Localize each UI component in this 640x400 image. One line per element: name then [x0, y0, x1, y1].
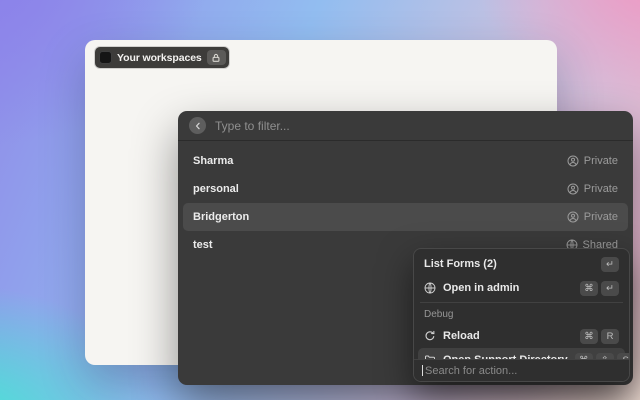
shortcut-keys: ⌘ R	[580, 329, 619, 344]
chevron-left-icon	[193, 121, 203, 131]
workspace-avatar-icon	[99, 51, 112, 64]
workspace-name: personal	[193, 183, 239, 195]
workspace-row-personal[interactable]: personal Private	[183, 175, 628, 203]
workspace-name: Sharma	[193, 155, 233, 167]
workspace-name: test	[193, 239, 213, 251]
back-button[interactable]	[189, 117, 206, 134]
palette-header: Type to filter...	[178, 111, 633, 141]
visibility-badge: Private	[567, 211, 618, 223]
menu-divider	[420, 302, 623, 303]
r-key-badge: R	[601, 329, 619, 344]
reload-icon	[424, 330, 436, 342]
menu-item-list-forms[interactable]: List Forms (2) ↵	[418, 252, 625, 276]
lock-icon[interactable]	[207, 50, 226, 65]
shortcut-keys: ⌘ ↵	[580, 281, 619, 296]
command-key-badge: ⌘	[580, 329, 598, 344]
visibility-label: Private	[584, 155, 618, 167]
workspace-row-sharma[interactable]: Sharma Private	[183, 147, 628, 175]
actions-menu-list: List Forms (2) ↵ Open in admin ⌘ ↵	[414, 249, 629, 375]
workspace-list: Sharma Private personal Private	[178, 141, 633, 265]
menu-item-label: Reload	[443, 330, 573, 342]
app-window: Your workspaces Type to filter... Sharma	[85, 40, 557, 365]
desktop-background: Your workspaces Type to filter... Sharma	[0, 0, 640, 400]
workspace-name: Bridgerton	[193, 211, 249, 223]
text-caret	[422, 365, 423, 376]
menu-item-open-in-admin[interactable]: Open in admin ⌘ ↵	[418, 276, 625, 300]
menu-item-reload[interactable]: Reload ⌘ R	[418, 324, 625, 348]
menu-item-label: Open in admin	[443, 282, 573, 294]
return-key-badge: ↵	[601, 281, 619, 296]
debug-section-label: Debug	[418, 305, 625, 324]
action-search-placeholder: Search for action...	[425, 365, 517, 377]
actions-menu: List Forms (2) ↵ Open in admin ⌘ ↵	[413, 248, 630, 382]
workspaces-pill[interactable]: Your workspaces	[95, 47, 229, 68]
visibility-badge: Private	[567, 155, 618, 167]
shortcut-keys: ↵	[601, 257, 619, 272]
filter-input[interactable]: Type to filter...	[215, 119, 290, 133]
action-search-input[interactable]: Search for action...	[414, 359, 629, 381]
person-circle-icon	[567, 183, 579, 195]
workspace-row-bridgerton[interactable]: Bridgerton Private	[183, 203, 628, 231]
menu-item-label: List Forms (2)	[424, 258, 594, 270]
person-circle-icon	[567, 211, 579, 223]
globe-icon	[424, 282, 436, 294]
visibility-badge: Private	[567, 183, 618, 195]
visibility-label: Private	[584, 183, 618, 195]
return-key-badge: ↵	[601, 257, 619, 272]
visibility-label: Private	[584, 211, 618, 223]
workspaces-pill-label: Your workspaces	[117, 52, 202, 64]
command-key-badge: ⌘	[580, 281, 598, 296]
person-circle-icon	[567, 155, 579, 167]
